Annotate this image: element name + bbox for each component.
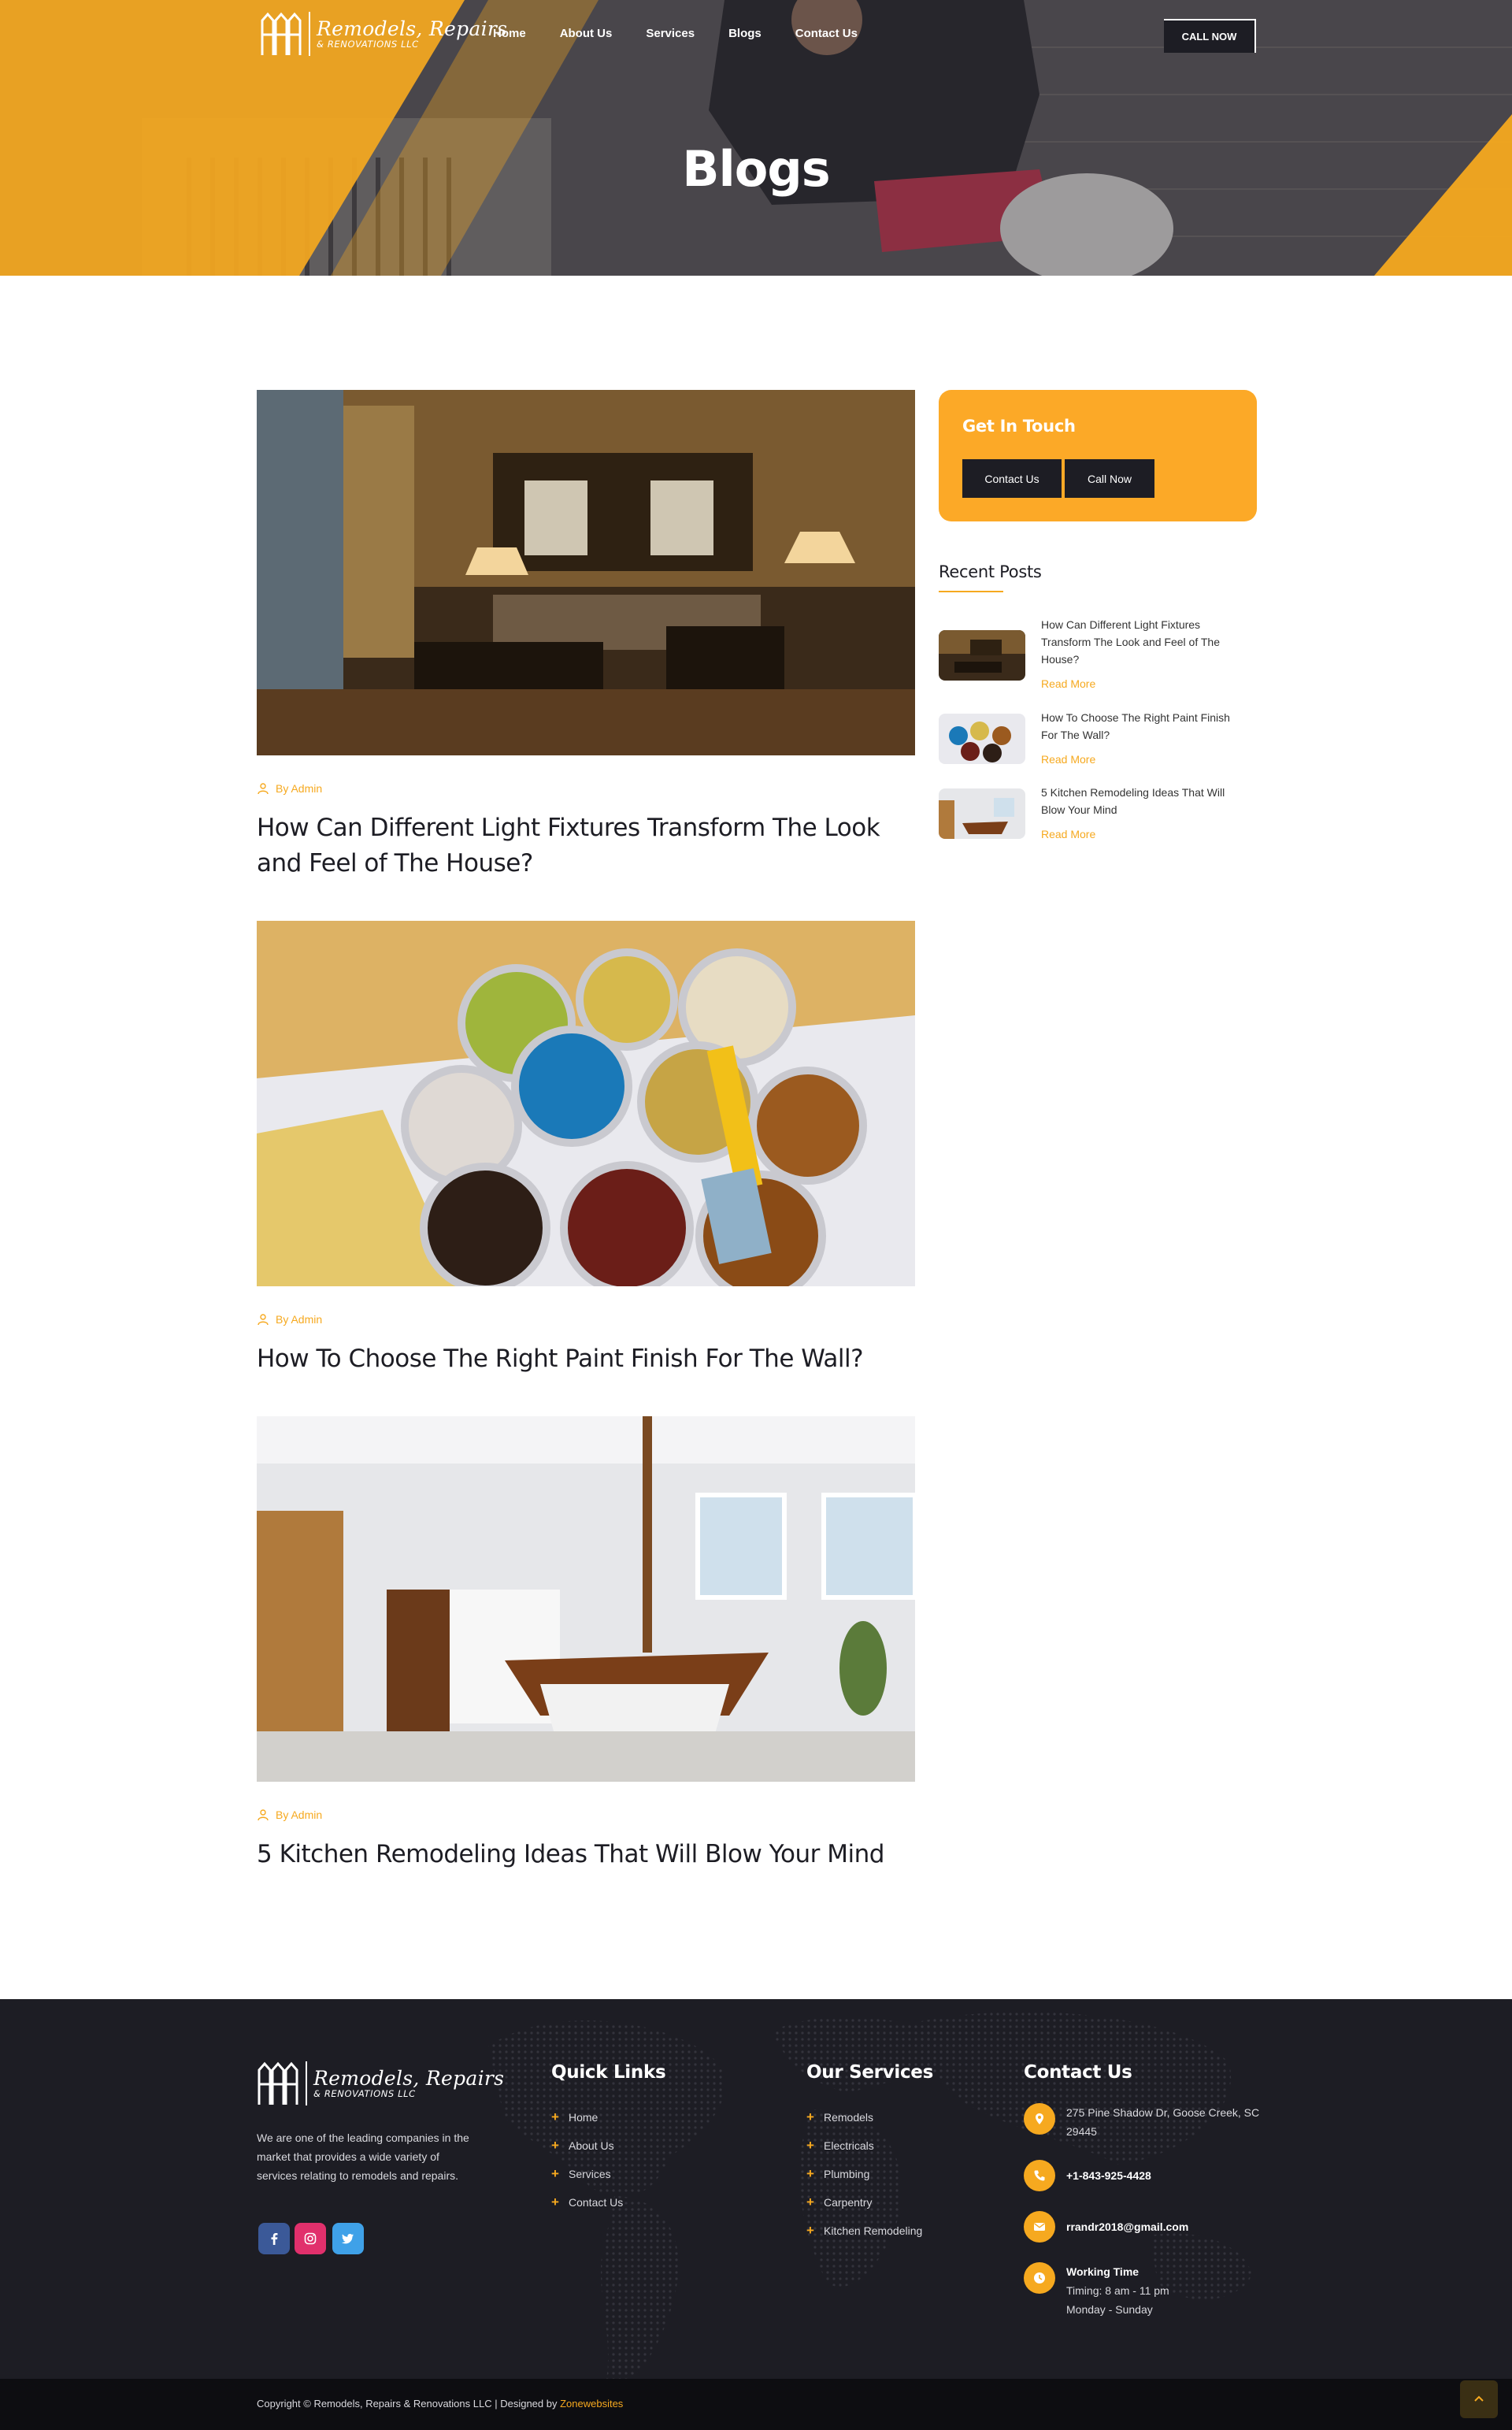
- twitter-icon[interactable]: [332, 2223, 364, 2254]
- contact-us-title: Contact Us: [1024, 2062, 1132, 2083]
- plus-icon: +: [806, 2223, 814, 2238]
- post-author: By Admin: [276, 1809, 323, 1821]
- footer-service-kitchen-remodeling[interactable]: + Kitchen Remodeling: [806, 2217, 922, 2245]
- logo-mark-icon: [261, 12, 302, 55]
- nav-blogs[interactable]: Blogs: [728, 27, 762, 40]
- post-meta: By Admin: [257, 782, 915, 795]
- user-icon: [258, 783, 269, 795]
- contact-address: 275 Pine Shadow Dr, Goose Creek, SC 2944…: [1024, 2103, 1260, 2141]
- plus-icon: +: [551, 2109, 559, 2124]
- recent-posts-title: Recent Posts: [939, 562, 1042, 581]
- logo-subtitle: & RENOVATIONS LLC: [317, 38, 419, 50]
- post-title[interactable]: How Can Different Light Fixtures Transfo…: [257, 811, 915, 881]
- world-map-background: [488, 2012, 1252, 2379]
- recent-posts-underline: [939, 591, 1003, 592]
- footer-link-services[interactable]: + Services: [551, 2160, 623, 2188]
- services-list: + Remodels + Electricals + Plumbing + Carpen…: [806, 2103, 922, 2245]
- footer-link-about-us[interactable]: + About Us: [551, 2131, 623, 2160]
- working-hours: Timing: 8 am - 11 pm: [1066, 2284, 1169, 2297]
- post-author: By Admin: [276, 1313, 323, 1326]
- get-in-touch-box: Get In Touch Contact Us Call Now: [939, 390, 1257, 521]
- footer-link-home[interactable]: + Home: [551, 2103, 623, 2131]
- post-image-paint-cans[interactable]: [257, 921, 915, 1286]
- recent-post-thumbnail[interactable]: [939, 630, 1025, 681]
- recent-post-title[interactable]: How To Choose The Right Paint Finish For…: [1041, 709, 1244, 744]
- logo-subtitle: & RENOVATIONS LLC: [313, 2087, 416, 2099]
- read-more-link[interactable]: Read More: [1041, 753, 1095, 766]
- call-now-sidebar-button[interactable]: Call Now: [1065, 459, 1154, 498]
- post-author: By Admin: [276, 782, 323, 795]
- user-icon: [258, 1314, 269, 1326]
- chevron-up-icon: [1474, 2395, 1484, 2402]
- plus-icon: +: [806, 2194, 814, 2209]
- footer-logo[interactable]: Remodels, Repairs & RENOVATIONS LLC: [257, 2061, 504, 2106]
- location-pin-icon: [1024, 2103, 1055, 2135]
- recent-post-thumbnail[interactable]: [939, 714, 1025, 764]
- post-meta: By Admin: [257, 1809, 915, 1821]
- clock-icon: [1024, 2262, 1055, 2294]
- recent-post-title[interactable]: How Can Different Light Fixtures Transfo…: [1041, 616, 1244, 668]
- designer-link[interactable]: Zonewebsites: [560, 2398, 623, 2410]
- post-image-living-room[interactable]: [257, 390, 915, 755]
- plus-icon: +: [806, 2138, 814, 2153]
- logo-mark-icon: [258, 2061, 298, 2105]
- instagram-icon[interactable]: [295, 2223, 326, 2254]
- nav-home[interactable]: Home: [493, 27, 526, 40]
- footer-service-plumbing[interactable]: + Plumbing: [806, 2160, 922, 2188]
- site-logo[interactable]: Remodels, Repairs & RENOVATIONS LLC: [260, 11, 507, 57]
- nav-services[interactable]: Services: [646, 27, 695, 40]
- page-title: Blogs: [682, 140, 830, 198]
- phone-icon: [1024, 2160, 1055, 2191]
- footer-description: We are one of the leading companies in t…: [257, 2131, 469, 2182]
- nav-about-us[interactable]: About Us: [560, 27, 613, 40]
- call-now-button[interactable]: CALL NOW: [1164, 19, 1256, 53]
- main-nav: Home About Us Services Blogs Contact Us: [493, 27, 891, 40]
- email-icon: [1024, 2211, 1055, 2243]
- facebook-icon[interactable]: [258, 2223, 290, 2254]
- contact-working-time: Working Time Timing: 8 am - 11 pm Monday…: [1024, 2262, 1169, 2319]
- quick-links-list: + Home + About Us + Services + Contact Us: [551, 2103, 623, 2217]
- working-time-title: Working Time: [1066, 2265, 1140, 2278]
- copyright-bar: [0, 2379, 1512, 2430]
- scroll-to-top-button[interactable]: [1460, 2380, 1498, 2418]
- footer-service-remodels[interactable]: + Remodels: [806, 2103, 922, 2131]
- get-in-touch-title: Get In Touch: [962, 417, 1076, 436]
- recent-post-title[interactable]: 5 Kitchen Remodeling Ideas That Will Blo…: [1041, 784, 1244, 818]
- read-more-link[interactable]: Read More: [1041, 828, 1095, 840]
- site-footer: Remodels, Repairs & RENOVATIONS LLC: [0, 1999, 1512, 2379]
- hero-banner: Remodels, Repairs & RENOVATIONS LLC Home…: [0, 0, 1512, 276]
- post-title[interactable]: How To Choose The Right Paint Finish For…: [257, 1341, 915, 1377]
- copyright-text: Copyright © Remodels, Repairs & Renovati…: [257, 2398, 624, 2410]
- quick-links-title: Quick Links: [551, 2062, 666, 2083]
- plus-icon: +: [806, 2166, 814, 2181]
- plus-icon: +: [551, 2138, 559, 2153]
- blog-post-card: By Admin 5 Kitchen Remodeling Ideas That…: [257, 1416, 915, 1872]
- our-services-title: Our Services: [806, 2062, 933, 2083]
- footer-link-contact-us[interactable]: + Contact Us: [551, 2188, 623, 2217]
- blog-post-card: By Admin How Can Different Light Fixture…: [257, 390, 915, 881]
- logo-name: Remodels, Repairs: [317, 17, 508, 40]
- blog-post-card: By Admin How To Choose The Right Paint F…: [257, 921, 915, 1377]
- user-icon: [258, 1809, 269, 1821]
- plus-icon: +: [551, 2194, 559, 2209]
- plus-icon: +: [551, 2166, 559, 2181]
- footer-service-electricals[interactable]: + Electricals: [806, 2131, 922, 2160]
- contact-us-button[interactable]: Contact Us: [962, 459, 1062, 498]
- contact-phone[interactable]: +1-843-925-4428: [1024, 2160, 1151, 2191]
- hero-accent-shapes: [0, 0, 1512, 276]
- post-image-kitchen[interactable]: [257, 1416, 915, 1782]
- contact-email[interactable]: rrandr2018@gmail.com: [1024, 2211, 1188, 2243]
- footer-service-carpentry[interactable]: + Carpentry: [806, 2188, 922, 2217]
- logo-name: Remodels, Repairs: [313, 2066, 505, 2090]
- read-more-link[interactable]: Read More: [1041, 677, 1095, 690]
- post-meta: By Admin: [257, 1313, 915, 1326]
- working-days: Monday - Sunday: [1066, 2303, 1153, 2316]
- post-title[interactable]: 5 Kitchen Remodeling Ideas That Will Blo…: [257, 1837, 915, 1872]
- recent-post-thumbnail[interactable]: [939, 788, 1025, 839]
- plus-icon: +: [806, 2109, 814, 2124]
- nav-contact-us[interactable]: Contact Us: [795, 27, 858, 40]
